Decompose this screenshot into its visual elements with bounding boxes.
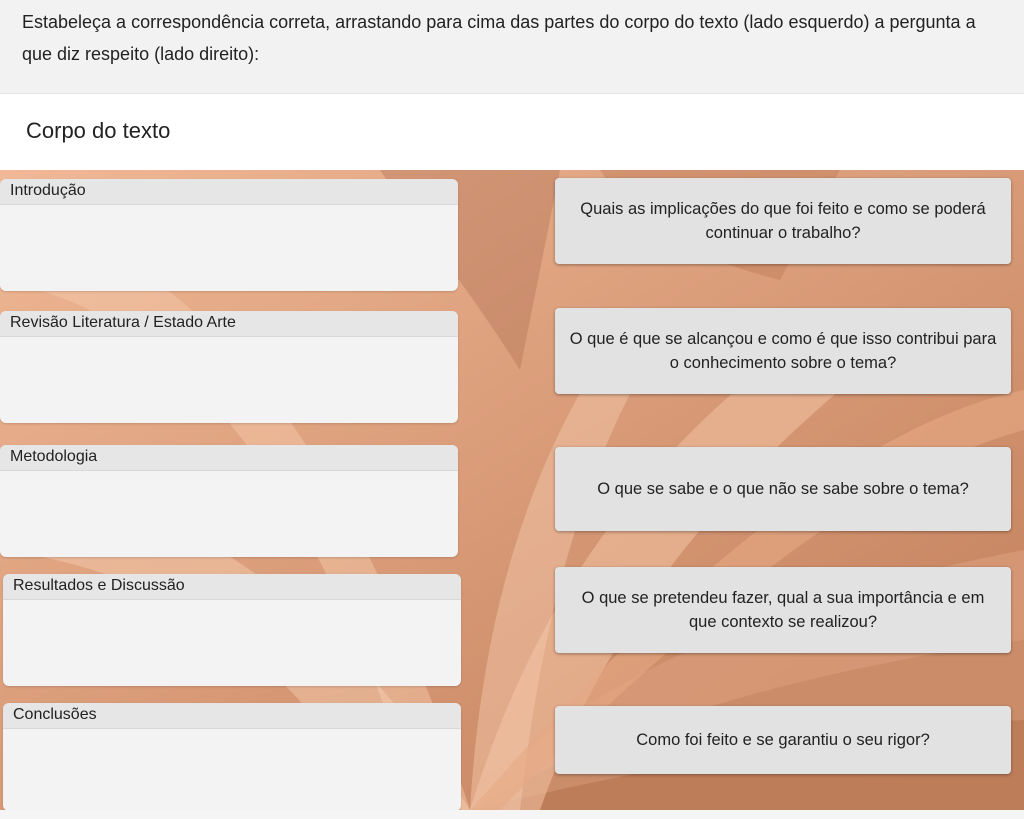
dropzone-label: Revisão Literatura / Estado Arte: [0, 311, 458, 337]
draggable-card-como-foi-feito[interactable]: Como foi feito e se garantiu o seu rigor…: [555, 706, 1011, 774]
dropzone-resultados-discussao[interactable]: Resultados e Discussão: [3, 574, 461, 686]
drag-drop-area: Introdução Revisão Literatura / Estado A…: [0, 170, 1024, 810]
draggable-card-implicacoes[interactable]: Quais as implicações do que foi feito e …: [555, 178, 1011, 264]
draggable-card-pretendeu[interactable]: O que se pretendeu fazer, qual a sua imp…: [555, 567, 1011, 653]
bottom-divider: [0, 810, 1024, 819]
section-title: Corpo do texto: [26, 118, 171, 143]
dropzone-label: Introdução: [0, 179, 458, 205]
draggable-card-sabe[interactable]: O que se sabe e o que não se sabe sobre …: [555, 447, 1011, 531]
dropzone-metodologia[interactable]: Metodologia: [0, 445, 458, 557]
instructions-text: Estabeleça a correspondência correta, ar…: [0, 0, 1024, 94]
dropzone-label: Metodologia: [0, 445, 458, 471]
dropzone-label: Resultados e Discussão: [3, 574, 461, 600]
dropzone-revisao-literatura[interactable]: Revisão Literatura / Estado Arte: [0, 311, 458, 423]
dropzone-label: Conclusões: [3, 703, 461, 729]
dropzone-introducao[interactable]: Introdução: [0, 179, 458, 291]
dropzone-conclusoes[interactable]: Conclusões: [3, 703, 461, 810]
draggable-card-alcancou[interactable]: O que é que se alcançou e como é que iss…: [555, 308, 1011, 394]
